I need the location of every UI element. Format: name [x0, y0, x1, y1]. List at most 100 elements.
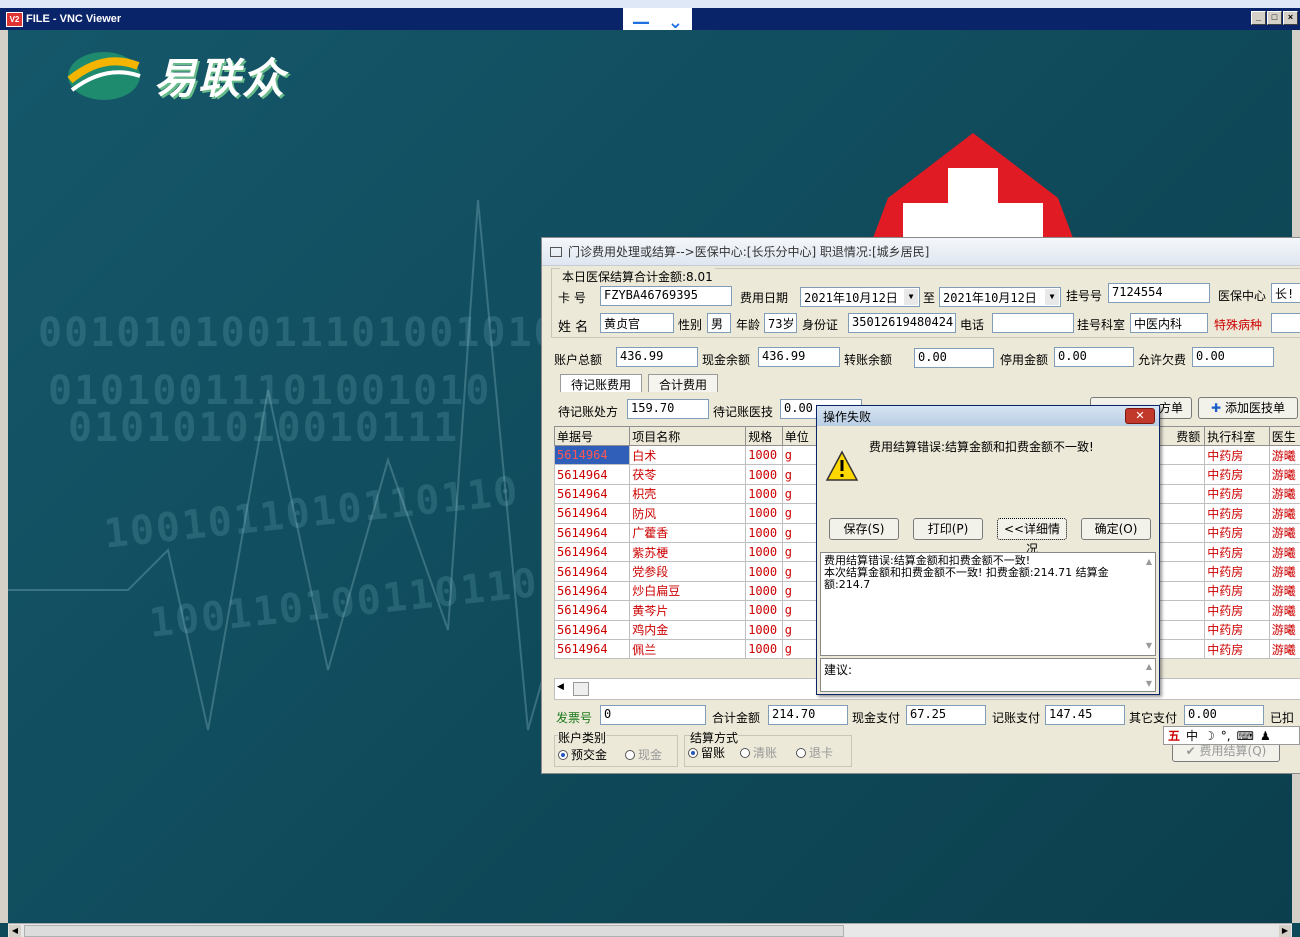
print-button[interactable]: 打印(P) [913, 518, 983, 540]
cell-spec[interactable]: 1000 [745, 503, 783, 524]
col-header[interactable]: 单据号 [553, 426, 631, 446]
cell-name[interactable]: 茯苓 [629, 464, 747, 485]
cell-unit[interactable]: g [781, 483, 820, 505]
reg-no-field[interactable]: 7124554 [1108, 283, 1210, 303]
acct-total-field[interactable]: 436.99 [616, 347, 698, 367]
cell-dept[interactable]: 中药房 [1204, 600, 1270, 621]
cell-no[interactable]: 5614964 [553, 464, 631, 485]
cell-dept[interactable]: 中药房 [1204, 464, 1270, 485]
phone-field[interactable] [992, 313, 1074, 333]
cell-name[interactable]: 佩兰 [629, 638, 747, 660]
scroll-up-icon[interactable]: ▲ [1146, 662, 1152, 671]
cell-name[interactable]: 白术 [629, 444, 747, 466]
horizontal-scrollbar[interactable]: ◀ ▶ [8, 923, 1292, 937]
cell-name[interactable]: 紫苏梗 [629, 541, 747, 563]
cell-unit[interactable]: g [781, 464, 820, 485]
pending-rx-field[interactable]: 159.70 [627, 399, 709, 419]
moon-icon[interactable]: ☽ [1204, 729, 1215, 743]
cell-unit[interactable]: g [781, 561, 820, 582]
cell-spec[interactable]: 1000 [745, 600, 783, 621]
col-header[interactable]: 医生 [1268, 426, 1300, 446]
cell-no[interactable]: 5614964 [553, 638, 631, 660]
cell-name[interactable]: 党参段 [629, 561, 747, 582]
dropdown-icon[interactable]: ▼ [1045, 289, 1059, 305]
cell-doctor[interactable]: 游曦 [1268, 638, 1300, 660]
cell-no[interactable]: 5614964 [553, 619, 631, 640]
radio-return[interactable]: 退卡 [796, 744, 833, 761]
radio-clear[interactable]: 清账 [740, 744, 777, 761]
cell-no[interactable]: 5614964 [553, 503, 631, 524]
cell-dept[interactable]: 中药房 [1204, 561, 1270, 582]
cell-name[interactable]: 枳壳 [629, 483, 747, 505]
radio-dot[interactable] [688, 748, 698, 758]
scroll-up-icon[interactable]: ▲ [1146, 556, 1152, 568]
cell-doctor[interactable]: 游曦 [1268, 503, 1300, 524]
cell-spec[interactable]: 1000 [745, 561, 783, 582]
add-tech-button[interactable]: ✚ 添加医技单 [1198, 397, 1298, 419]
transfer-field[interactable]: 0.00 [914, 348, 994, 368]
disease-field[interactable] [1271, 313, 1300, 333]
col-header[interactable]: 执行科室 [1204, 426, 1270, 446]
scroll-left-icon[interactable]: ◀ [557, 682, 564, 692]
cell-name[interactable]: 防风 [629, 503, 747, 524]
cell-doctor[interactable]: 游曦 [1268, 444, 1300, 466]
cell-unit[interactable]: g [781, 619, 820, 640]
keyboard-icon[interactable]: ⌨ [1237, 729, 1254, 743]
cell-no[interactable]: 5614964 [553, 541, 631, 563]
cell-name[interactable]: 广藿香 [629, 522, 747, 543]
scroll-down-icon[interactable]: ▼ [1146, 679, 1152, 688]
radio-dot[interactable] [796, 748, 806, 758]
cell-dept[interactable]: 中药房 [1204, 444, 1270, 466]
cell-unit[interactable]: g [781, 638, 820, 660]
date-from-picker[interactable]: 2021年10月12日 ▼ [800, 287, 920, 307]
punct-icon[interactable]: °, [1221, 729, 1231, 743]
acct-pay-field[interactable]: 147.45 [1045, 705, 1125, 725]
total-field[interactable]: 214.70 [768, 705, 848, 725]
col-header[interactable]: 规格 [745, 426, 783, 446]
dept-field[interactable]: 中医内科 [1130, 313, 1208, 333]
details-button[interactable]: <<详细情况 [997, 518, 1067, 556]
cell-unit[interactable]: g [781, 522, 820, 543]
cell-doctor[interactable]: 游曦 [1268, 580, 1300, 602]
scroll-left-icon[interactable]: ◀ [9, 925, 21, 937]
cell-doctor[interactable]: 游曦 [1268, 483, 1300, 505]
cell-doctor[interactable]: 游曦 [1268, 561, 1300, 582]
cell-spec[interactable]: 1000 [745, 638, 783, 660]
close-icon[interactable]: ✕ [1125, 408, 1155, 424]
cell-spec[interactable]: 1000 [745, 541, 783, 563]
minimize-button[interactable]: _ [1251, 11, 1266, 25]
center-field[interactable]: 长! [1271, 283, 1300, 303]
age-field[interactable]: 73岁 [764, 313, 797, 333]
close-button[interactable]: × [1283, 11, 1298, 25]
cell-name[interactable]: 炒白扁豆 [629, 580, 747, 602]
cell-unit[interactable]: g [781, 600, 820, 621]
cash-pay-field[interactable]: 67.25 [906, 705, 986, 725]
radio-keep[interactable]: 留账 [688, 744, 725, 761]
cell-name[interactable]: 鸡内金 [629, 619, 747, 640]
cell-unit[interactable]: g [781, 541, 820, 563]
date-to-picker[interactable]: 2021年10月12日 ▼ [939, 287, 1061, 307]
scroll-right-icon[interactable]: ▶ [1279, 925, 1291, 937]
error-detail-box[interactable]: 费用结算错误:结算金额和扣费金额不一致! 本次结算金额和扣费金额不一致! 扣费金… [820, 552, 1156, 656]
col-header[interactable]: 项目名称 [629, 426, 747, 446]
cell-doctor[interactable]: 游曦 [1268, 541, 1300, 563]
cell-spec[interactable]: 1000 [745, 483, 783, 505]
suspend-field[interactable]: 0.00 [1054, 347, 1134, 367]
cell-doctor[interactable]: 游曦 [1268, 522, 1300, 543]
other-pay-field[interactable]: 0.00 [1184, 705, 1264, 725]
cell-spec[interactable]: 1000 [745, 580, 783, 602]
card-number-field[interactable]: FZYBA46769395 [600, 286, 732, 306]
cell-dept[interactable]: 中药房 [1204, 522, 1270, 543]
dropdown-icon[interactable]: ▼ [904, 289, 918, 305]
cash-bal-field[interactable]: 436.99 [758, 347, 840, 367]
cell-name[interactable]: 黄芩片 [629, 600, 747, 621]
cell-dept[interactable]: 中药房 [1204, 503, 1270, 524]
cell-dept[interactable]: 中药房 [1204, 541, 1270, 563]
scrollbar-thumb[interactable] [573, 682, 589, 696]
user-icon[interactable]: ♟ [1260, 729, 1271, 743]
cell-dept[interactable]: 中药房 [1204, 619, 1270, 640]
ok-button[interactable]: 确定(O) [1081, 518, 1151, 540]
col-header[interactable]: 单位 [781, 426, 820, 446]
scroll-down-icon[interactable]: ▼ [1146, 640, 1152, 652]
cell-unit[interactable]: g [781, 580, 820, 602]
